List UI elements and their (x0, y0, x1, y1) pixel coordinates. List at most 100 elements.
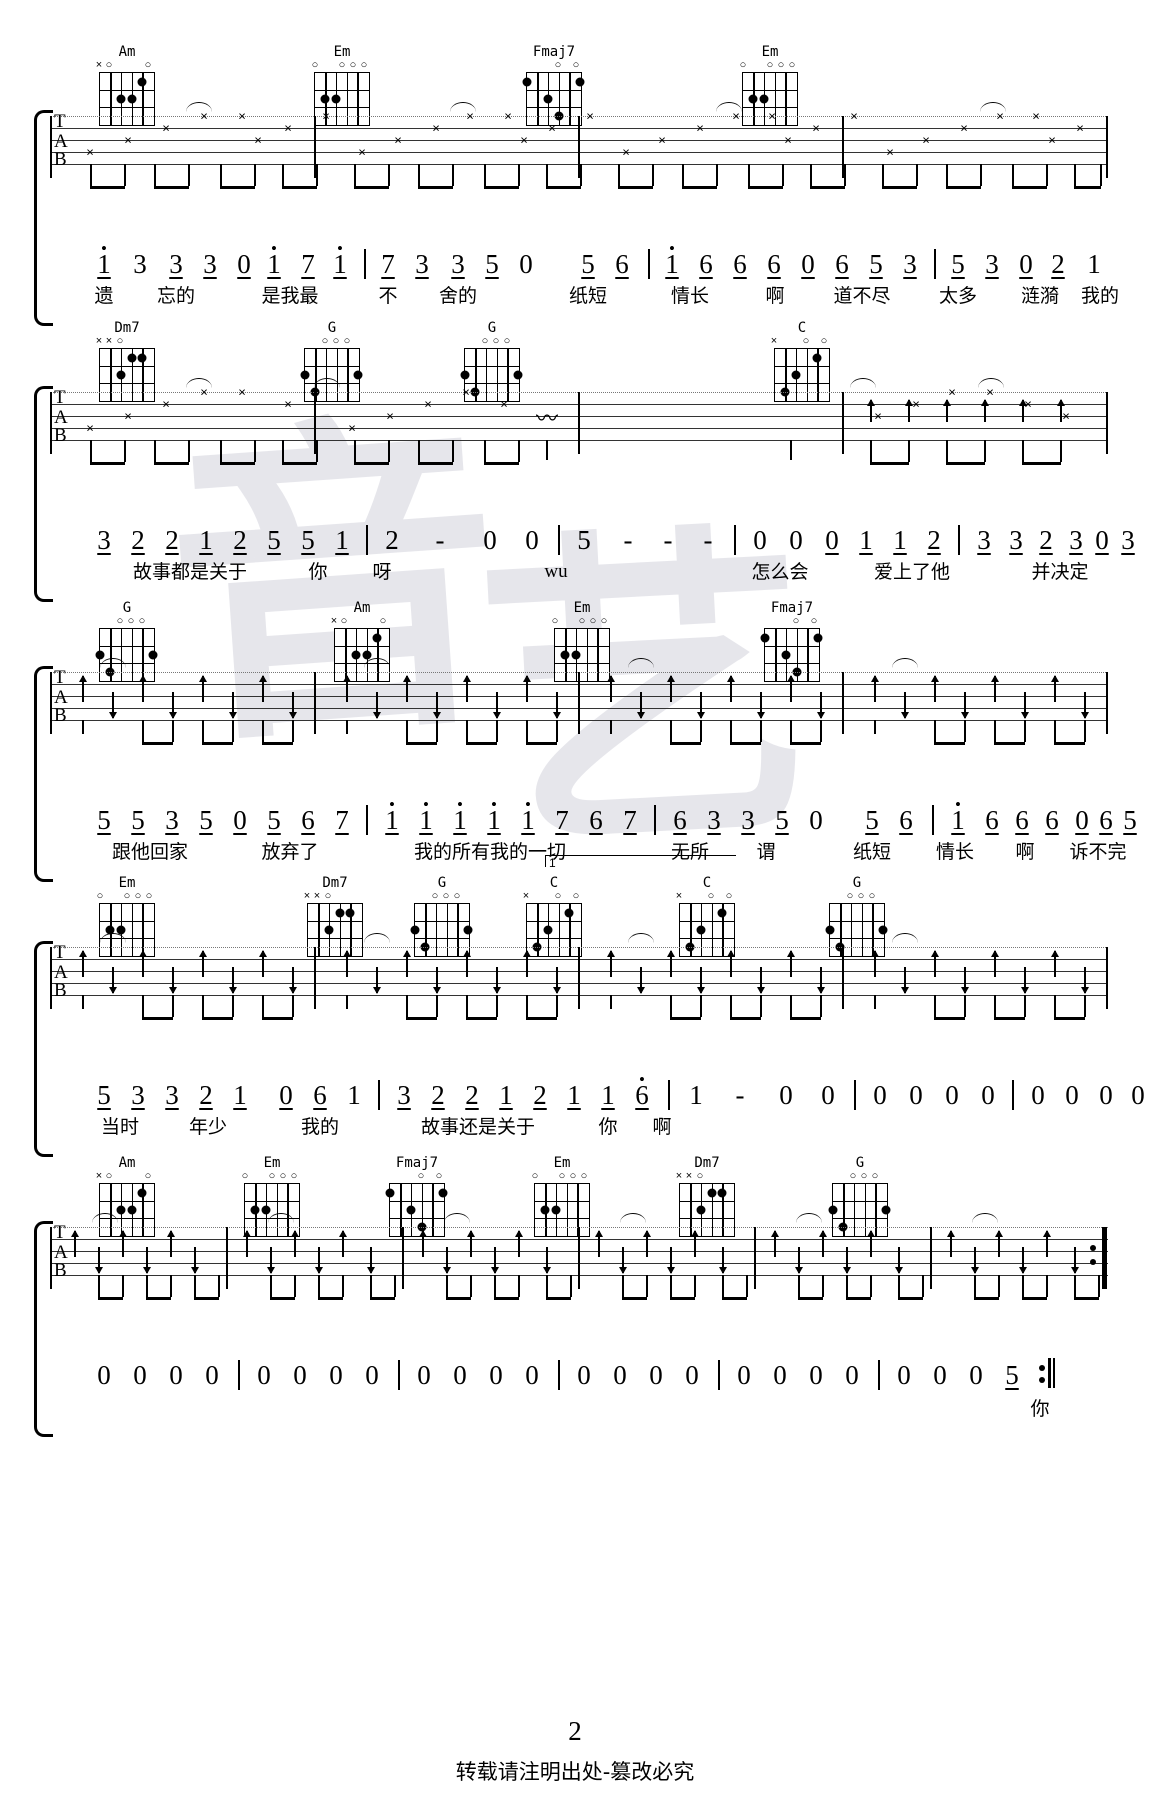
note: 0 (685, 1360, 699, 1390)
note: 3 (1069, 525, 1083, 555)
strum-down-arrow (1021, 692, 1028, 719)
strum-up-arrow (819, 1230, 826, 1257)
note: 1 (335, 525, 349, 555)
tie-slur (892, 658, 918, 668)
mute-x: × (386, 408, 394, 424)
strum-down-arrow (433, 692, 440, 719)
mute-x: × (238, 384, 246, 400)
note: 3 (1009, 525, 1023, 555)
tie-slur (444, 1213, 470, 1223)
note: 2 (233, 525, 247, 555)
chord-open-muted-marks: ○ ○ ○ (846, 890, 876, 902)
strum-down-arrow (289, 692, 296, 719)
strum-down-arrow (817, 967, 824, 994)
tie-slur (972, 1213, 998, 1223)
barline-jianpu (398, 1360, 400, 1390)
note: 1 (951, 805, 965, 835)
note: 6 (985, 805, 999, 835)
lyric: 我的所有我的一切 (413, 841, 567, 863)
strum-up-arrow (943, 399, 950, 422)
strum-down-arrow (817, 692, 824, 719)
tab-letter-t: T (54, 111, 66, 132)
mute-x: × (86, 144, 94, 160)
strum-up-arrow (905, 399, 912, 422)
rhythm-stems (50, 164, 1108, 192)
note: 1 (893, 525, 907, 555)
chord-open-muted-marks: ○ ○ ○ (481, 335, 511, 347)
note: 6 (835, 249, 849, 279)
mute-x: × (622, 144, 630, 160)
chord-open-muted-marks: × ○ ○ (675, 890, 733, 902)
mute-x: × (86, 420, 94, 436)
mute-x: × (548, 120, 556, 136)
note: 0 (753, 525, 767, 555)
strum-up-arrow (771, 1230, 778, 1257)
lyric: 当时 (100, 1116, 140, 1138)
lyric: 跟他回家 (111, 841, 189, 863)
note: 0 (329, 1360, 343, 1390)
note: 5 (577, 525, 591, 555)
strum-down-arrow (637, 967, 644, 994)
chord-name: Am (353, 600, 371, 616)
note: 0 (1031, 1080, 1045, 1110)
chord-diagram-em-2: Em ○ ○ ○ ○ (530, 1155, 594, 1237)
lyrics-row-5: 你 (0, 1395, 1150, 1423)
mute-x: × (504, 108, 512, 124)
barline-jianpu (654, 805, 656, 835)
strum-down-arrow (493, 967, 500, 994)
chord-name: Em (333, 44, 351, 60)
note: 3 (985, 249, 999, 279)
tab-letter-t: T (54, 1222, 66, 1243)
note: 6 (899, 805, 913, 835)
barline-jianpu (668, 1080, 670, 1110)
chord-open-muted-marks: × ○ ○ (95, 1170, 152, 1182)
lyric: 谓 (756, 841, 776, 863)
chord-name: G (122, 600, 132, 616)
mute-x: × (322, 108, 330, 124)
chord-open-muted-marks: ○ ○ ○ (116, 615, 146, 627)
mute-x: × (874, 408, 882, 424)
lyric: 爱上了他 (873, 561, 951, 583)
chord-name: Am (118, 44, 136, 60)
lyric: 是我最 (261, 285, 319, 307)
lyric: 情长 (670, 285, 710, 307)
note: 0 (873, 1080, 887, 1110)
note: 6 (767, 249, 781, 279)
note: 5 (869, 249, 883, 279)
note: 0 (825, 525, 839, 555)
barline-jianpu (238, 1360, 240, 1390)
note: 0 (789, 525, 803, 555)
chord-open-muted-marks: × × ○ (675, 1170, 704, 1182)
chord-diagram-c-2: C × ○ ○ (675, 875, 739, 957)
note: 3 (1121, 525, 1135, 555)
note: 3 (203, 249, 217, 279)
strum-down-arrow (895, 1247, 902, 1274)
note: - (663, 525, 673, 555)
chord-diagram-em: Em ○ ○ ○ ○ (95, 875, 159, 957)
barline-jianpu (378, 1080, 380, 1110)
note: 2 (465, 1080, 479, 1110)
strum-up-arrow (643, 1230, 650, 1257)
note: 2 (1039, 525, 1053, 555)
strum-down-arrow (543, 1247, 550, 1274)
note: 0 (1099, 1080, 1113, 1110)
mute-x: × (960, 120, 968, 136)
lyric: 啊 (652, 1116, 672, 1138)
note: 7 (555, 805, 569, 835)
note: 1 (199, 525, 213, 555)
chord-name: G (487, 320, 497, 336)
strum-up-arrow (995, 1230, 1002, 1257)
note: 6 (1015, 805, 1029, 835)
note: 0 (821, 1080, 835, 1110)
strum-down-arrow (229, 967, 236, 994)
note: 1 (859, 525, 873, 555)
strum-down-arrow (95, 1247, 102, 1274)
mute-x: × (284, 396, 292, 412)
tie-slur (980, 102, 1006, 112)
lyric: 忘的 (156, 285, 196, 307)
chord-diagram-c: C × ○ ○ (522, 875, 586, 957)
strum-up-arrow (523, 950, 530, 977)
barline-jianpu (734, 525, 736, 555)
note: - (735, 1080, 745, 1110)
volta-bracket-1: 1 (545, 855, 736, 870)
